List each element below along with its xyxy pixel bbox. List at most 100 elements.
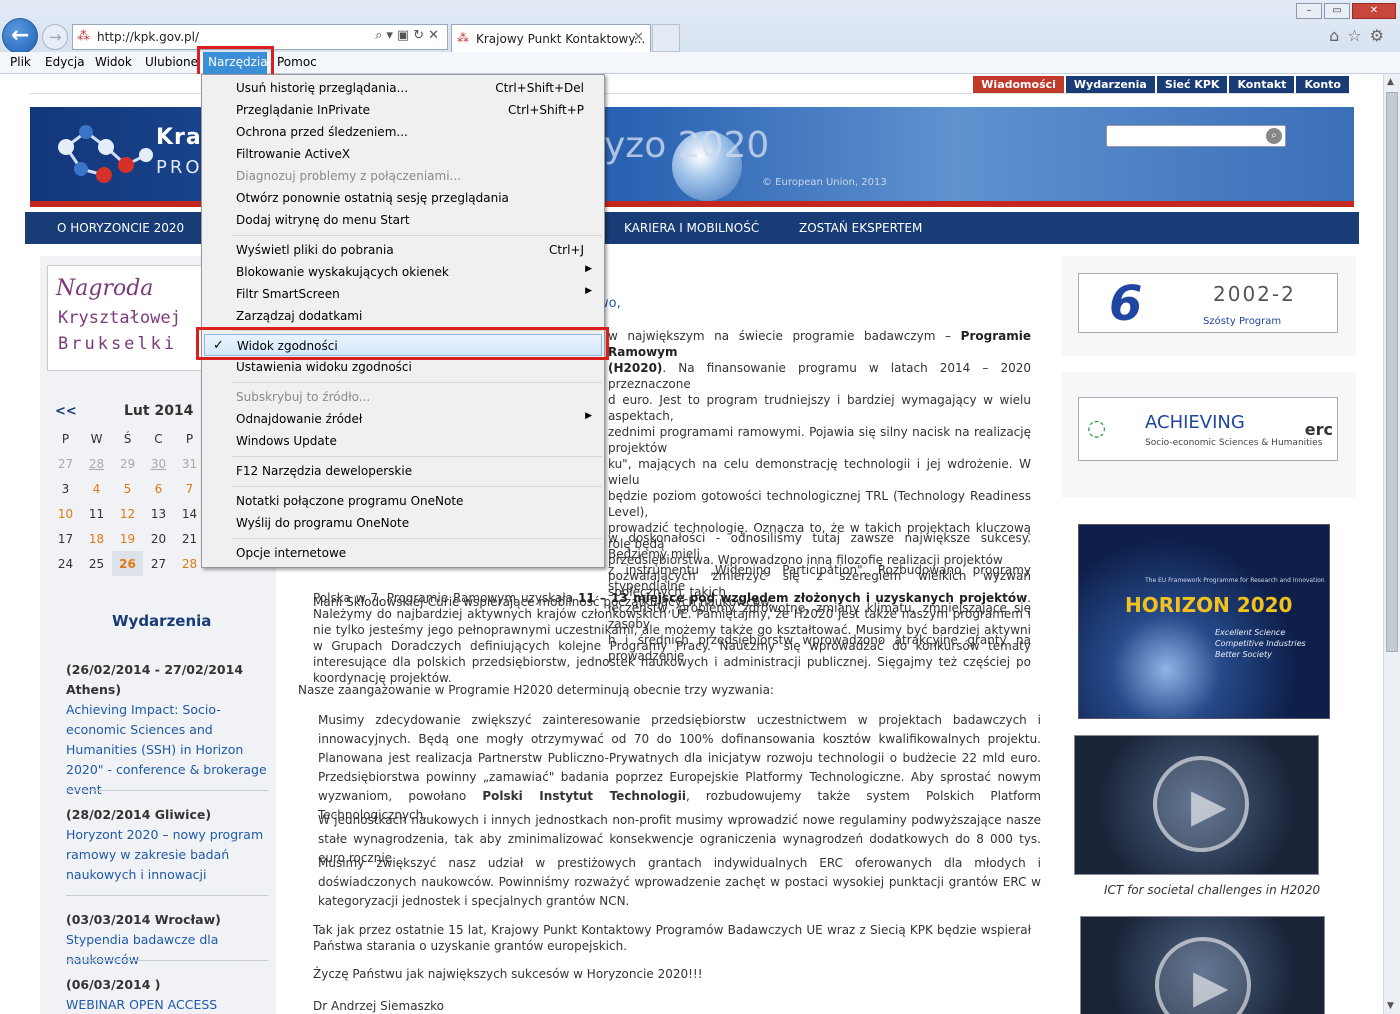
- award-banner[interactable]: Nagroda Kryształowej Brukselki: [47, 265, 207, 371]
- page-scrollbar[interactable]: ▲ ▼: [1383, 74, 1400, 1014]
- menu-separator: [232, 235, 602, 236]
- menu-item-downloads[interactable]: Wyświetl pliki do pobrania Ctrl+J: [202, 239, 604, 261]
- menu-item-f12-devtools[interactable]: F12 Narzędzia deweloperskie: [202, 460, 604, 482]
- event-link[interactable]: Achieving Impact: Socio-economic Science…: [66, 700, 270, 800]
- calendar-day-link[interactable]: 5: [112, 476, 143, 501]
- menu-item-popup-blocker[interactable]: Blokowanie wyskakujących okienek ▶: [202, 261, 604, 283]
- menu-item-tracking-protection[interactable]: Ochrona przed śledzeniem...: [202, 121, 604, 143]
- event-divider: [66, 790, 268, 791]
- calendar-day-link[interactable]: 28: [81, 451, 112, 476]
- event-item: (03/03/2014 Wrocław) Stypendia badawcze …: [66, 910, 270, 970]
- scroll-thumb[interactable]: [1386, 92, 1398, 652]
- menu-item-internet-options[interactable]: Opcje internetowe: [202, 542, 604, 564]
- event-link[interactable]: WEBINAR OPEN ACCESS: [66, 995, 270, 1014]
- top-link-siec-kpk[interactable]: Sieć KPK: [1156, 76, 1228, 93]
- event-link[interactable]: Stypendia badawcze dla naukowców: [66, 930, 270, 970]
- gear-icon[interactable]: ⚙: [1370, 26, 1392, 45]
- menu-item-smartscreen[interactable]: Filtr SmartScreen ▶: [202, 283, 604, 305]
- menu-item-diagnose: Diagnozuj problemy z połączeniami...: [202, 165, 604, 187]
- tab-close-icon[interactable]: ✕: [633, 30, 644, 45]
- browser-tab[interactable]: ⁂ Krajowy Punkt Kontaktowy... ✕: [451, 24, 651, 52]
- menu-item-delete-history[interactable]: Usuń historię przeglądania... Ctrl+Shift+…: [202, 77, 604, 99]
- address-bar[interactable]: ⁂ http://kpk.gov.pl/ ⌕▾▣↻✕: [72, 24, 448, 50]
- fp7-rest: . Należymy do najbardziej aktywnych kraj…: [313, 591, 1031, 685]
- fp6-subtitle: Szósty Program: [1203, 316, 1282, 327]
- menu-narzedzia[interactable]: Narzędzia: [203, 52, 268, 74]
- event-link[interactable]: Horyzont 2020 – nowy program ramowy w za…: [66, 825, 270, 885]
- intro-line: będzie poziom gotowości technologicznej …: [608, 489, 1031, 519]
- menu-item-label: Blokowanie wyskakujących okienek: [236, 265, 449, 279]
- fp6-banner[interactable]: 6 2002-2 Szósty Program: [1078, 273, 1338, 333]
- calendar-day-link[interactable]: 4: [81, 476, 112, 501]
- intro-line: . Na finansowanie programu w latach 2014…: [608, 361, 1031, 391]
- h2020-program-text: The EU Framework Programme for Research …: [1145, 577, 1325, 584]
- menu-item-manage-addons[interactable]: Zarządzaj dodatkami: [202, 305, 604, 327]
- kpk-molecule-logo[interactable]: [46, 117, 166, 195]
- close-window-button[interactable]: ✕: [1352, 3, 1396, 19]
- scroll-down-icon[interactable]: ▼: [1387, 1001, 1394, 1011]
- menu-item-label: Ochrona przed śledzeniem...: [236, 125, 408, 139]
- menu-item-shortcut: Ctrl+J: [549, 243, 584, 257]
- address-tools[interactable]: ⌕▾▣↻✕: [375, 28, 443, 43]
- top-link-konto[interactable]: Konto: [1296, 76, 1349, 93]
- event-item: (28/02/2014 Gliwice) Horyzont 2020 – now…: [66, 805, 270, 885]
- submenu-arrow-icon: ▶: [585, 286, 592, 296]
- calendar-day-link[interactable]: 10: [50, 501, 81, 526]
- menu-item-onenote-linked[interactable]: Notatki połączone programu OneNote: [202, 490, 604, 512]
- menu-plik[interactable]: Plik: [10, 55, 31, 69]
- menu-ulubione[interactable]: Ulubione: [145, 55, 198, 69]
- calendar-day-link[interactable]: 12: [112, 501, 143, 526]
- calendar-prev-link[interactable]: <<: [55, 404, 77, 419]
- nav-zostan-ekspertem[interactable]: ZOSTAŃ EKSPERTEM: [799, 221, 922, 235]
- calendar-day-link[interactable]: 30: [143, 451, 174, 476]
- event-date: (06/03/2014 ): [66, 977, 161, 992]
- favorites-star-icon[interactable]: ☆: [1347, 26, 1369, 45]
- menu-item-compatibility-settings[interactable]: Ustawienia widoku zgodności: [202, 356, 604, 378]
- horizon2020-banner[interactable]: The EU Framework Programme for Research …: [1078, 524, 1330, 719]
- video-thumbnail-2[interactable]: ▶: [1080, 916, 1325, 1014]
- calendar-day-link[interactable]: 6: [143, 476, 174, 501]
- menu-edycja[interactable]: Edycja: [45, 55, 85, 69]
- calendar-day-today[interactable]: 26: [112, 551, 143, 576]
- new-tab-button[interactable]: [652, 24, 680, 52]
- search-icon[interactable]: ⌕: [1266, 128, 1282, 144]
- menu-item-compatibility-view[interactable]: ✓ Widok zgodności: [204, 334, 602, 356]
- video-thumbnail-1[interactable]: ▶: [1074, 735, 1319, 875]
- submenu-arrow-icon: ▶: [585, 264, 592, 274]
- play-icon[interactable]: ▶: [1155, 937, 1251, 1014]
- menu-item-activex-filtering[interactable]: Filtrowanie ActiveX: [202, 143, 604, 165]
- menu-widok[interactable]: Widok: [95, 55, 132, 69]
- menu-pomoc[interactable]: Pomoc: [277, 55, 317, 69]
- top-link-kontakt[interactable]: Kontakt: [1229, 76, 1295, 93]
- calendar-day-link[interactable]: 19: [112, 526, 143, 551]
- award-line-3: Brukselki: [58, 334, 178, 354]
- site-search-input[interactable]: ⌕: [1106, 125, 1286, 147]
- menu-item-add-to-start[interactable]: Dodaj witrynę do menu Start: [202, 209, 604, 231]
- menu-item-feed-discovery[interactable]: Odnajdowanie źródeł ▶: [202, 408, 604, 430]
- play-icon[interactable]: ▶: [1153, 756, 1249, 852]
- maximize-button[interactable]: ▭: [1324, 3, 1350, 19]
- menu-item-send-onenote[interactable]: Wyślij do programu OneNote: [202, 512, 604, 534]
- menu-item-shortcut: Ctrl+Shift+Del: [495, 81, 584, 95]
- achieving-impact-banner[interactable]: ◌ ACHIEVING Socio-economic Sciences & Hu…: [1078, 397, 1338, 461]
- menu-separator: [232, 538, 602, 539]
- home-icon[interactable]: ⌂: [1329, 26, 1347, 45]
- calendar-day: 20: [150, 531, 167, 546]
- url-text[interactable]: http://kpk.gov.pl/: [97, 30, 199, 44]
- top-link-wydarzenia[interactable]: Wydarzenia: [1065, 76, 1155, 93]
- forward-button[interactable]: →: [42, 24, 68, 50]
- back-button[interactable]: ←: [2, 18, 38, 54]
- submenu-arrow-icon: ▶: [585, 411, 592, 421]
- menu-item-inprivate[interactable]: Przeglądanie InPrivate Ctrl+Shift+P: [202, 99, 604, 121]
- scroll-up-icon[interactable]: ▲: [1387, 77, 1394, 87]
- menu-item-label: Diagnozuj problemy z połączeniami...: [236, 169, 461, 183]
- intro-text: w największym na świecie programie badaw…: [608, 329, 961, 343]
- calendar-day-link[interactable]: 18: [81, 526, 112, 551]
- minimize-button[interactable]: –: [1296, 3, 1322, 19]
- nav-kariera[interactable]: KARIERA I MOBILNOŚĆ: [624, 221, 759, 235]
- menu-item-label: Odnajdowanie źródeł: [236, 412, 363, 426]
- menu-item-reopen-session[interactable]: Otwórz ponownie ostatnią sesję przegląda…: [202, 187, 604, 209]
- menu-item-windows-update[interactable]: Windows Update: [202, 430, 604, 452]
- nav-o-horyzoncie[interactable]: O HORYZONCIE 2020: [57, 221, 184, 235]
- top-link-wiadomosci[interactable]: Wiadomości: [973, 76, 1064, 93]
